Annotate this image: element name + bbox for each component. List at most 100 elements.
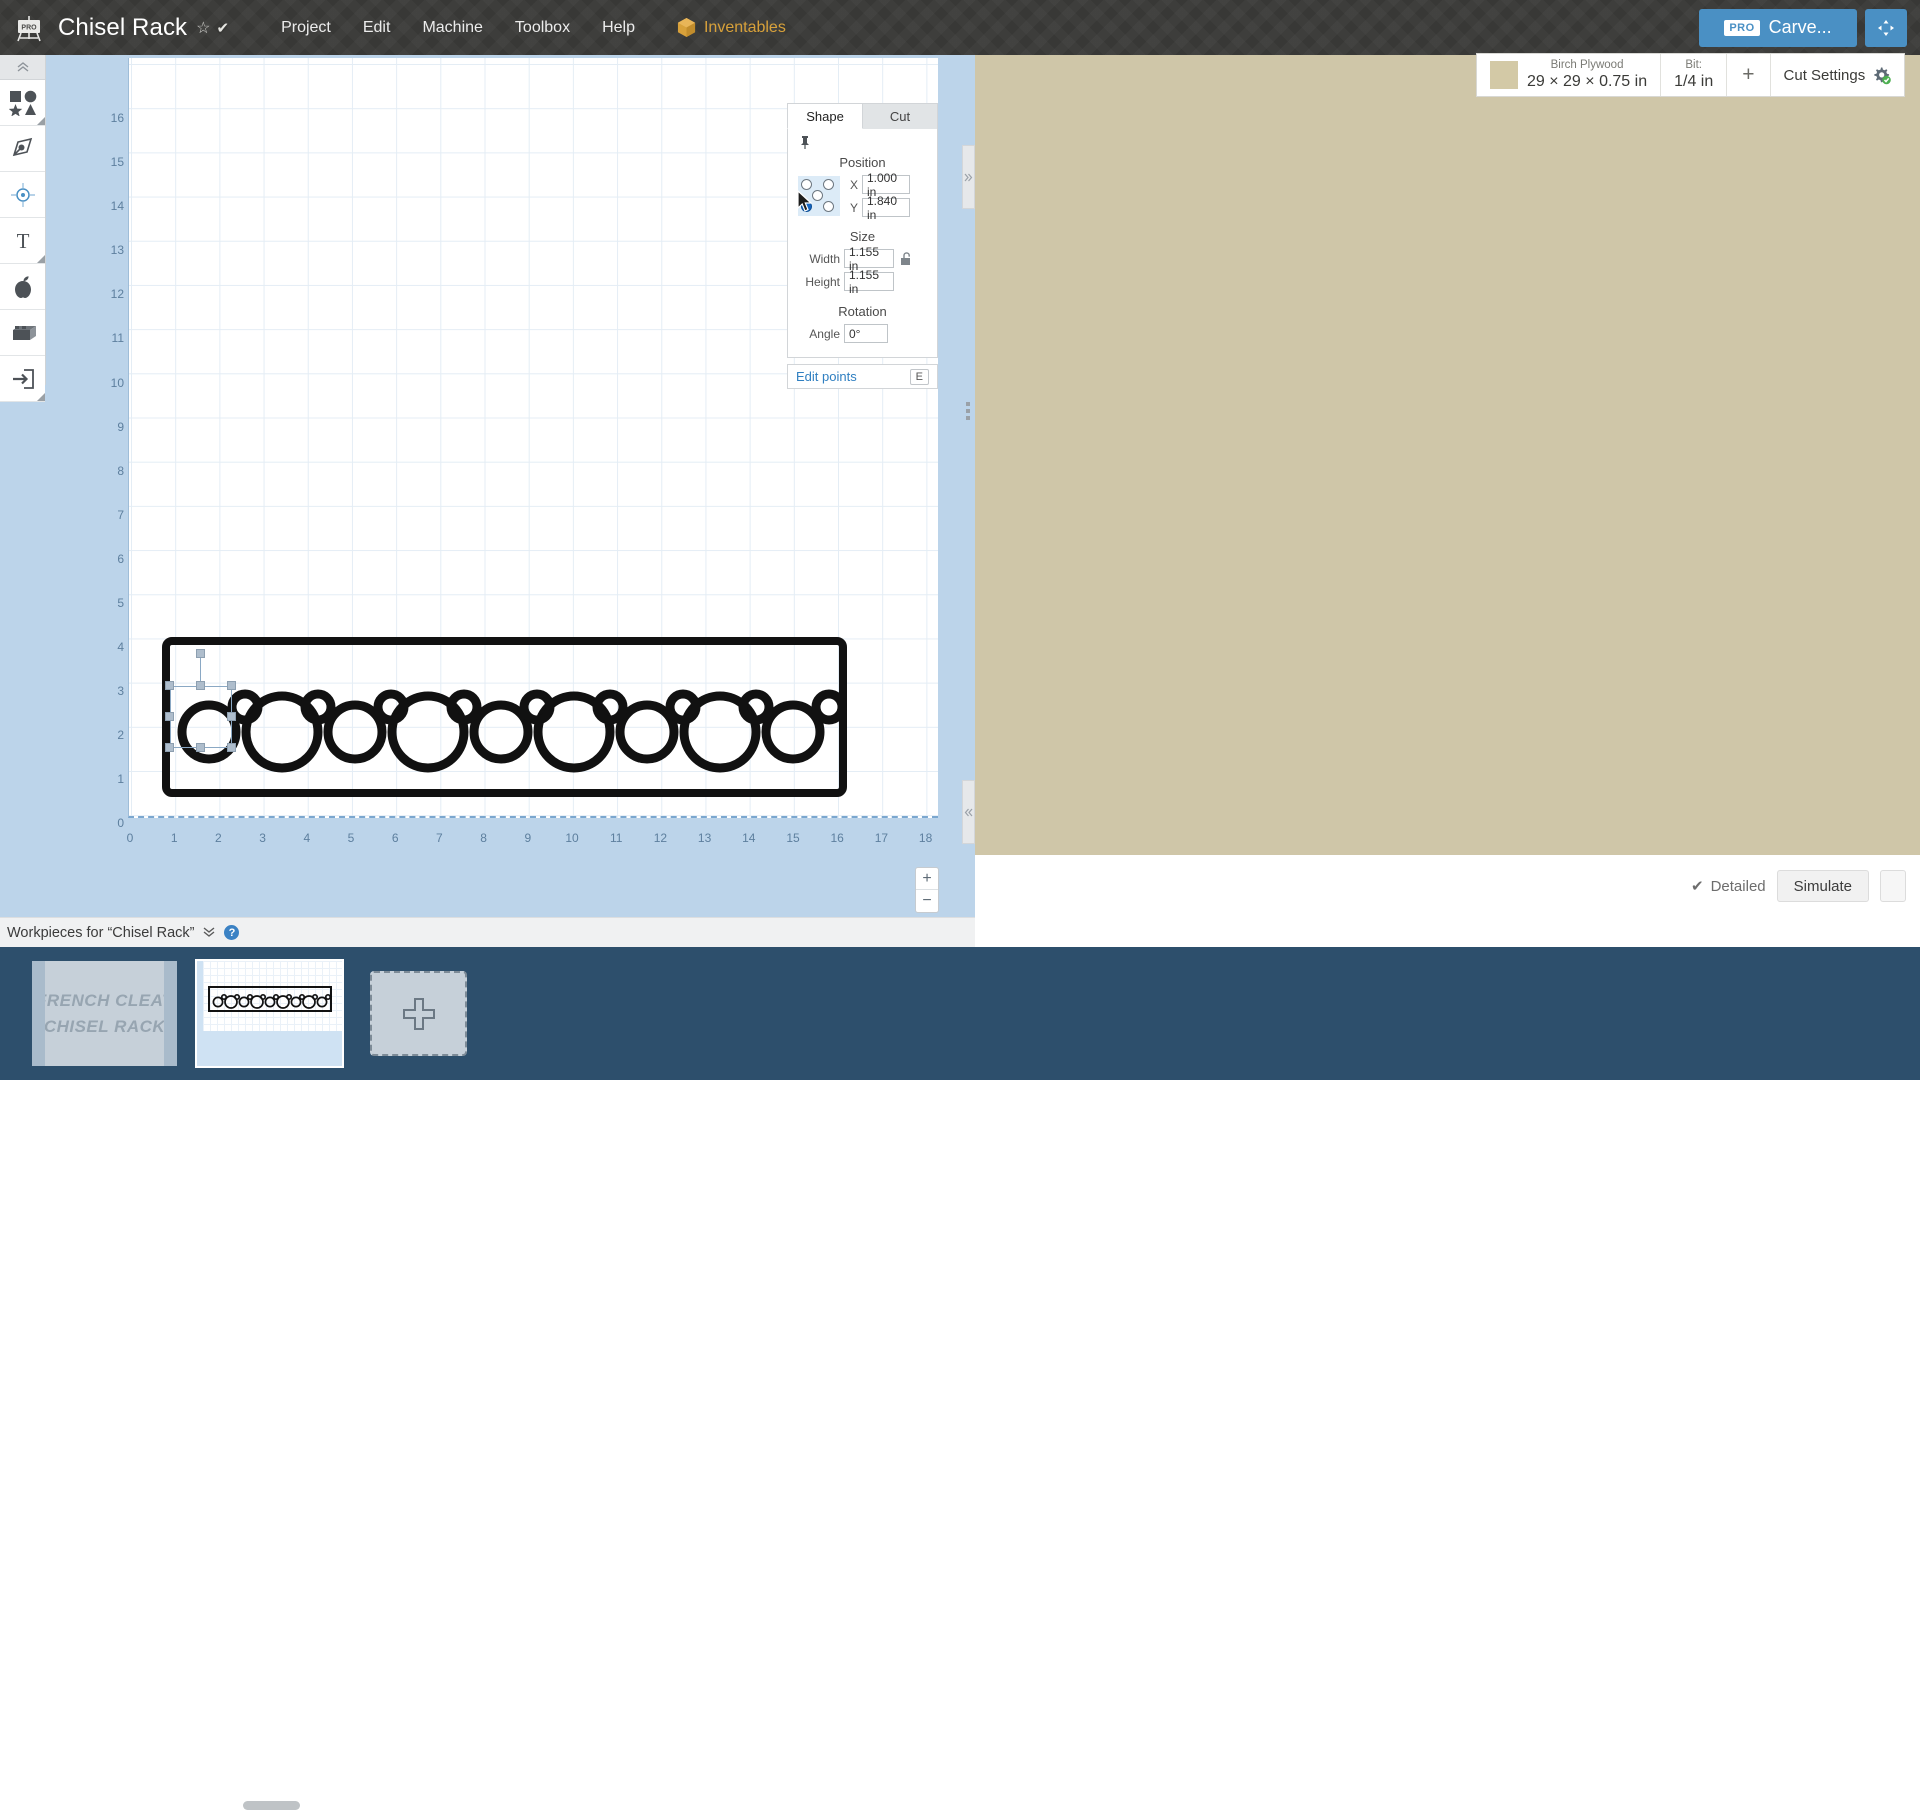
chevron-double-left-icon <box>964 808 973 817</box>
material-name: Birch Plywood <box>1527 59 1647 72</box>
v-ruler-tick: 5 <box>102 596 124 610</box>
resize-handle-ne[interactable] <box>227 681 236 690</box>
add-workpiece[interactable] <box>370 971 467 1056</box>
x-label: X <box>846 178 858 192</box>
plus-icon <box>400 995 438 1033</box>
h-ruler-tick: 7 <box>436 831 443 845</box>
resize-handle-w[interactable] <box>165 712 174 721</box>
blocks-tool[interactable] <box>0 310 45 356</box>
import-tool[interactable] <box>0 356 45 402</box>
scrollbar-thumb[interactable] <box>243 1801 300 1810</box>
zoom-in-button[interactable]: + <box>916 868 938 890</box>
material-cell[interactable]: Birch Plywood 29 × 29 × 0.75 in <box>1477 54 1661 96</box>
tool-submenu-corner <box>37 117 45 125</box>
fullscreen-expand-icon[interactable] <box>1865 9 1907 47</box>
anchor-bottom-right[interactable] <box>823 201 834 212</box>
v-ruler-tick: 8 <box>102 464 124 478</box>
pen-tool[interactable] <box>0 126 45 172</box>
collapse-bottom-panel-button[interactable] <box>962 780 975 844</box>
h-ruler-tick: 13 <box>698 831 711 845</box>
v-ruler-tick: 6 <box>102 552 124 566</box>
size-section-title: Size <box>798 229 927 244</box>
detailed-toggle[interactable]: ✔ Detailed <box>1691 877 1766 895</box>
preview-pane[interactable]: 0123456789101112131415161718 <box>975 55 1920 917</box>
preview-actions-bar: ✔ Detailed Simulate <box>975 855 1920 917</box>
v-ruler-tick: 13 <box>102 243 124 257</box>
add-bit-button[interactable]: + <box>1727 54 1770 96</box>
bit-label: Bit: <box>1674 59 1713 72</box>
pushpin-icon[interactable] <box>798 135 812 150</box>
menu-project[interactable]: Project <box>265 13 347 43</box>
menu-toolbox[interactable]: Toolbox <box>499 13 586 43</box>
svg-text:T: T <box>16 229 29 253</box>
anchor-point-selector[interactable] <box>798 176 840 216</box>
angle-input[interactable]: 0° <box>844 324 888 343</box>
tab-cut[interactable]: Cut <box>863 103 938 129</box>
y-input[interactable]: 1.840 in <box>862 198 910 217</box>
carve-button[interactable]: PRO Carve... <box>1699 9 1857 47</box>
check-icon: ✔ <box>216 19 229 37</box>
h-ruler-tick: 14 <box>742 831 755 845</box>
h-ruler-tick: 1 <box>171 831 178 845</box>
simulate-button[interactable]: Simulate <box>1777 870 1869 902</box>
v-ruler-tick: 1 <box>102 772 124 786</box>
width-input[interactable]: 1.155 in <box>844 249 894 268</box>
edit-points-link[interactable]: Edit points <box>796 369 857 384</box>
h-ruler-tick: 5 <box>348 831 355 845</box>
resize-handle-n[interactable] <box>196 681 205 690</box>
text-tool[interactable]: T <box>0 218 45 264</box>
anchor-center[interactable] <box>812 190 823 201</box>
resize-handle-s[interactable] <box>196 743 205 752</box>
menu-help[interactable]: Help <box>586 13 651 43</box>
resize-handle-e[interactable] <box>227 712 236 721</box>
height-input[interactable]: 1.155 in <box>844 272 894 291</box>
v-ruler-tick: 14 <box>102 199 124 213</box>
h-ruler-tick: 6 <box>392 831 399 845</box>
y-label: Y <box>846 201 858 215</box>
resize-handle-sw[interactable] <box>165 743 174 752</box>
v-ruler-tick: 2 <box>102 728 124 742</box>
more-vertical-icon[interactable] <box>1880 870 1906 902</box>
pro-badge: PRO <box>1724 20 1759 36</box>
anchor-top-left[interactable] <box>801 179 812 190</box>
easel-pro-logo[interactable]: PRO <box>12 13 46 43</box>
resize-handle-se[interactable] <box>227 743 236 752</box>
page-title: Chisel Rack <box>58 14 187 42</box>
bit-cell[interactable]: Bit: 1/4 in <box>1661 54 1727 96</box>
h-ruler-tick: 16 <box>831 831 844 845</box>
v-ruler-tick: 4 <box>102 640 124 654</box>
unlocked-padlock-icon[interactable] <box>899 252 914 266</box>
pane-resize-handle[interactable] <box>964 400 972 422</box>
origin-tool[interactable] <box>0 172 45 218</box>
h-ruler-tick: 2 <box>215 831 222 845</box>
chevron-double-down-icon[interactable] <box>202 925 216 940</box>
x-input[interactable]: 1.000 in <box>862 175 910 194</box>
question-mark-icon[interactable]: ? <box>224 925 239 940</box>
chevron-double-up-glyph <box>16 62 30 73</box>
tab-shape[interactable]: Shape <box>787 103 863 129</box>
vertical-ruler: 012345678910111213141516 <box>100 110 128 878</box>
workpiece-chisel-rack[interactable] <box>197 961 342 1066</box>
resize-handle-nw[interactable] <box>165 681 174 690</box>
shapes-tool[interactable] <box>0 80 45 126</box>
gear-check-icon <box>1872 66 1891 85</box>
cut-settings-button[interactable]: Cut Settings <box>1771 54 1905 96</box>
menu-inventables[interactable]: Inventables <box>661 11 802 44</box>
workpieces-header: Workpieces for “Chisel Rack” ? <box>0 917 975 947</box>
text-t-icon: T <box>10 229 36 253</box>
apps-tool[interactable] <box>0 264 45 310</box>
menu-edit[interactable]: Edit <box>347 13 407 43</box>
star-outline-icon[interactable]: ☆ <box>196 18 210 38</box>
anchor-top-right[interactable] <box>823 179 834 190</box>
workpiece-french-cleat[interactable]: FRENCH CLEAT CHISEL RACK <box>32 961 177 1066</box>
h-ruler-tick: 9 <box>524 831 531 845</box>
chevron-double-up-icon[interactable] <box>0 55 45 80</box>
canvas-horizontal-scrollbar[interactable] <box>0 900 975 914</box>
rotation-handle[interactable] <box>196 649 205 658</box>
menu-inventables-label: Inventables <box>704 19 786 37</box>
anchor-bottom-left[interactable] <box>801 201 812 212</box>
design-artwork[interactable] <box>162 637 847 797</box>
menu-machine[interactable]: Machine <box>406 13 498 43</box>
v-ruler-tick: 11 <box>102 331 124 345</box>
collapse-right-panel-button[interactable] <box>962 145 975 209</box>
